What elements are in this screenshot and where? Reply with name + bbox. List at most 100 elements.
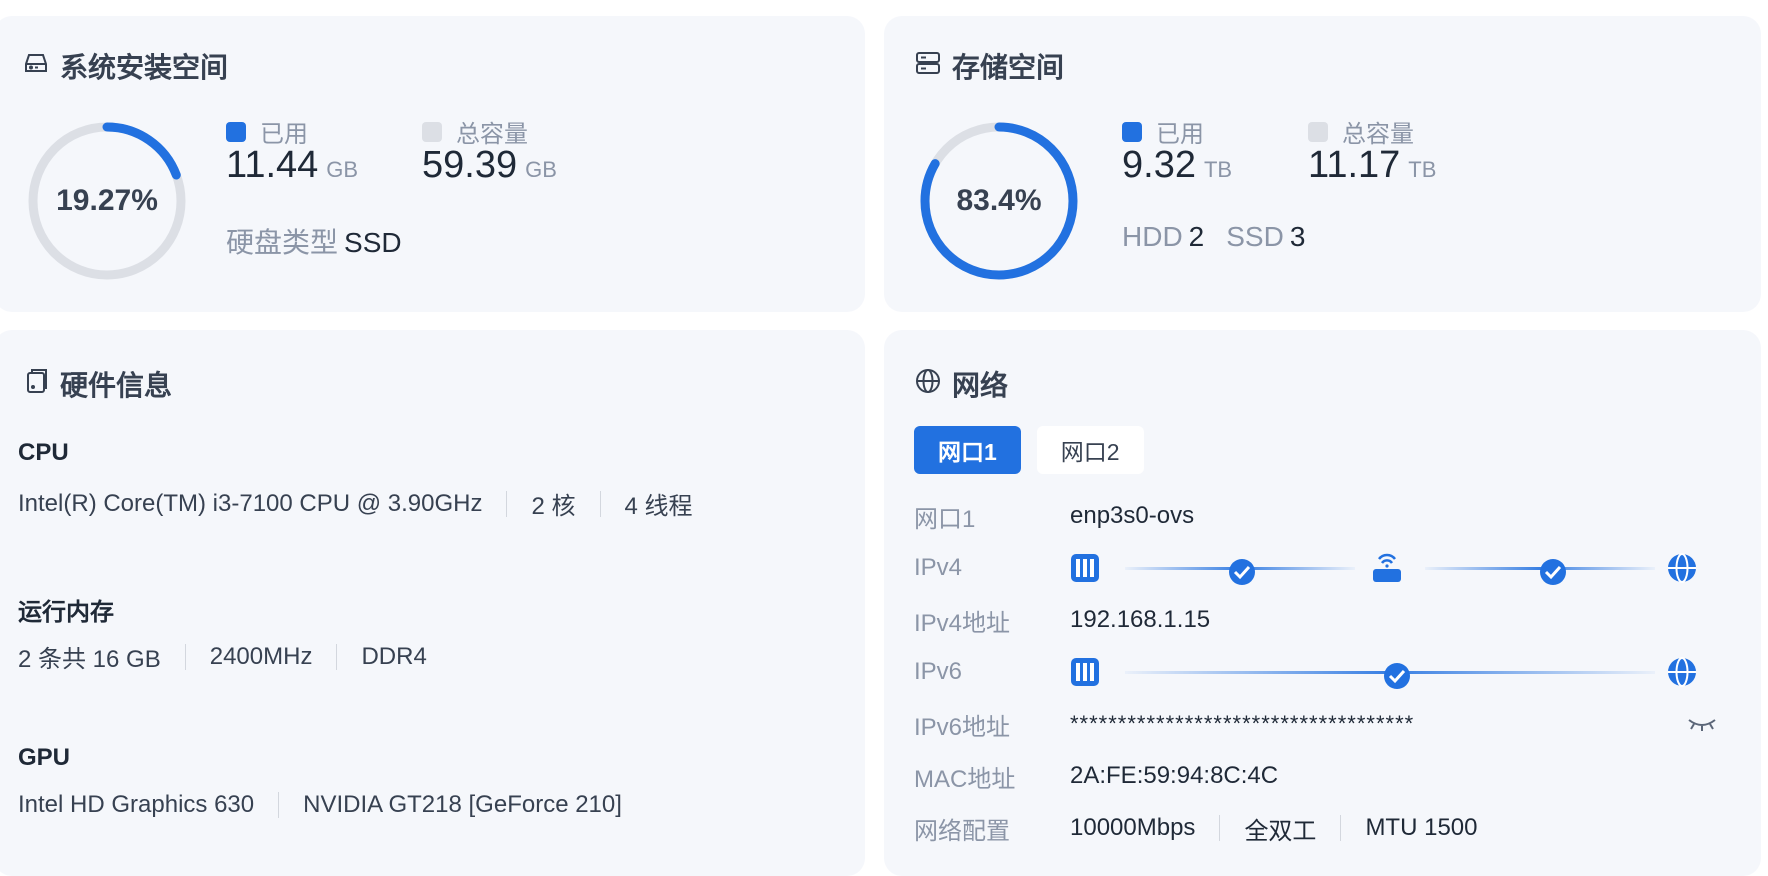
system-disk-title: 系统安装空间 <box>22 46 228 86</box>
memory-freq: 2400MHz <box>209 642 313 670</box>
system-disk-usage-ring: 19.27% <box>22 116 192 286</box>
ipv6-connectivity-path <box>1071 657 1696 689</box>
eye-closed-icon[interactable] <box>1686 712 1718 741</box>
total-swatch <box>422 121 442 142</box>
ipv4-address-row: IPv4地址 192.168.1.15 <box>914 600 1210 640</box>
ipv6-row: IPv6 <box>914 652 1070 692</box>
storage-total-value: 11.17 TB <box>1308 144 1436 187</box>
memory-label: 运行内存 <box>18 599 114 626</box>
system-disk-title-text: 系统安装空间 <box>60 52 229 83</box>
config-values: 10000Mbps 全双工 MTU 1500 <box>1070 811 1477 846</box>
config-label: 网络配置 <box>914 817 1010 845</box>
used-swatch <box>1122 121 1142 142</box>
divider <box>184 643 186 670</box>
divider <box>506 490 508 517</box>
check-circle-icon <box>1229 559 1255 585</box>
storage-usage-ring: 83.4% <box>914 116 1084 286</box>
hardware-title: 硬件信息 <box>22 364 172 404</box>
port-row: 网口1 enp3s0-ovs <box>914 496 1194 536</box>
used-unit: TB <box>1203 157 1233 182</box>
total-unit: GB <box>525 157 557 182</box>
network-title-text: 网络 <box>952 370 1009 401</box>
total-number: 59.39 <box>422 144 518 186</box>
used-unit: GB <box>326 157 359 182</box>
disk-count-line: HDD 2 SSD 3 <box>1122 221 1327 253</box>
ipv4-address-value: 192.168.1.15 <box>1070 606 1211 633</box>
ssd-count: 3 <box>1289 221 1306 252</box>
divider <box>336 643 338 670</box>
mac-row: MAC地址 2A:FE:59:94:8C:4C <box>914 756 1278 796</box>
globe-icon <box>914 367 942 402</box>
check-circle-icon <box>1384 663 1410 689</box>
ssd-label: SSD <box>1226 221 1284 252</box>
disk-type-value: SSD <box>344 227 402 258</box>
network-port-tabs: 网口1 网口2 <box>914 426 1144 474</box>
network-title: 网络 <box>914 364 1008 404</box>
tab-port-1[interactable]: 网口1 <box>914 426 1021 474</box>
ipv4-label: IPv4 <box>914 554 963 581</box>
memory-info-line: 2 条共 16 GB 2400MHz DDR4 <box>18 639 427 674</box>
used-number: 9.32 <box>1122 144 1196 186</box>
gpu-info-line: Intel HD Graphics 630 NVIDIA GT218 [GeFo… <box>18 791 622 819</box>
hardware-card: 硬件信息 CPU Intel(R) Core(TM) i3-7100 CPU @… <box>0 330 865 876</box>
gpu-1: Intel HD Graphics 630 <box>18 791 255 818</box>
mac-value: 2A:FE:59:94:8C:4C <box>1070 762 1279 789</box>
gpu-label: GPU <box>18 744 71 771</box>
ipv4-row: IPv4 <box>914 548 1070 588</box>
cpu-cores: 2 核 <box>531 493 576 520</box>
system-disk-used-value: 11.44 GB <box>226 144 358 187</box>
storage-percent: 83.4% <box>956 184 1042 217</box>
cpu-label: CPU <box>18 439 69 466</box>
cpu-info-line: Intel(R) Core(TM) i3-7100 CPU @ 3.90GHz … <box>18 486 693 521</box>
router-icon <box>1373 553 1401 582</box>
system-disk-total-value: 59.39 GB <box>422 144 557 187</box>
config-row: 网络配置 10000Mbps 全双工 MTU 1500 <box>914 808 1477 848</box>
storage-used-value: 9.32 TB <box>1122 144 1232 187</box>
server-icon <box>914 49 942 84</box>
used-swatch <box>226 121 246 142</box>
memory-type: DDR4 <box>361 642 427 670</box>
ipv6-address-label: IPv6地址 <box>914 713 1011 741</box>
gpu-2: NVIDIA GT218 [GeForce 210] <box>303 791 622 818</box>
port-label: 网口1 <box>914 505 976 533</box>
ipv6-address-row: IPv6地址 *********************************… <box>914 704 1734 744</box>
storage-title: 存储空间 <box>914 46 1064 86</box>
used-number: 11.44 <box>226 144 319 186</box>
port-value: enp3s0-ovs <box>1070 502 1195 529</box>
mac-label: MAC地址 <box>914 765 1016 793</box>
system-disk-percent: 19.27% <box>56 184 158 217</box>
hdd-label: HDD <box>1122 221 1183 252</box>
memory-count: 2 条共 16 GB <box>18 646 161 673</box>
tab-port-2[interactable]: 网口2 <box>1036 426 1144 474</box>
cpu-threads: 4 线程 <box>624 493 693 520</box>
hdd-count: 2 <box>1188 221 1205 252</box>
check-circle-icon <box>1540 559 1566 585</box>
divider <box>1219 815 1221 841</box>
device-icon <box>22 367 50 402</box>
disk-type-line: 硬盘类型 SSD <box>226 221 424 261</box>
divider <box>599 490 601 517</box>
globe-icon <box>1668 657 1696 687</box>
divider <box>1340 815 1342 841</box>
config-mtu: MTU 1500 <box>1365 814 1478 841</box>
server-rack-icon <box>1071 658 1099 686</box>
server-rack-icon <box>1071 554 1099 582</box>
hardware-title-text: 硬件信息 <box>60 370 173 401</box>
ipv4-connectivity-path <box>1071 553 1696 585</box>
ipv4-address-label: IPv4地址 <box>914 609 1011 637</box>
total-number: 11.17 <box>1308 144 1401 186</box>
storage-card: 存储空间 83.4% 已用 总容量 9.32 TB 11.17 TB HDD 2 SSD… <box>884 16 1761 312</box>
cpu-model: Intel(R) Core(TM) i3-7100 CPU @ 3.90GHz <box>18 489 483 517</box>
ipv6-address-value: ************************************ <box>1070 711 1415 736</box>
config-duplex: 全双工 <box>1244 817 1317 845</box>
config-speed: 10000Mbps <box>1070 814 1196 841</box>
storage-title-text: 存储空间 <box>952 52 1065 83</box>
total-swatch <box>1308 121 1328 142</box>
globe-icon <box>1668 553 1696 583</box>
network-card: 网络 网口1 网口2 网口1 enp3s0-ovs IPv4 IPv4地址 19… <box>884 330 1761 876</box>
disk-type-label: 硬盘类型 <box>226 227 339 258</box>
system-disk-card: 系统安装空间 19.27% 已用 总容量 11.44 GB 59.39 GB 硬盘类… <box>0 16 865 312</box>
divider <box>278 792 280 818</box>
total-unit: TB <box>1408 157 1437 182</box>
hard-drive-icon <box>22 49 50 84</box>
